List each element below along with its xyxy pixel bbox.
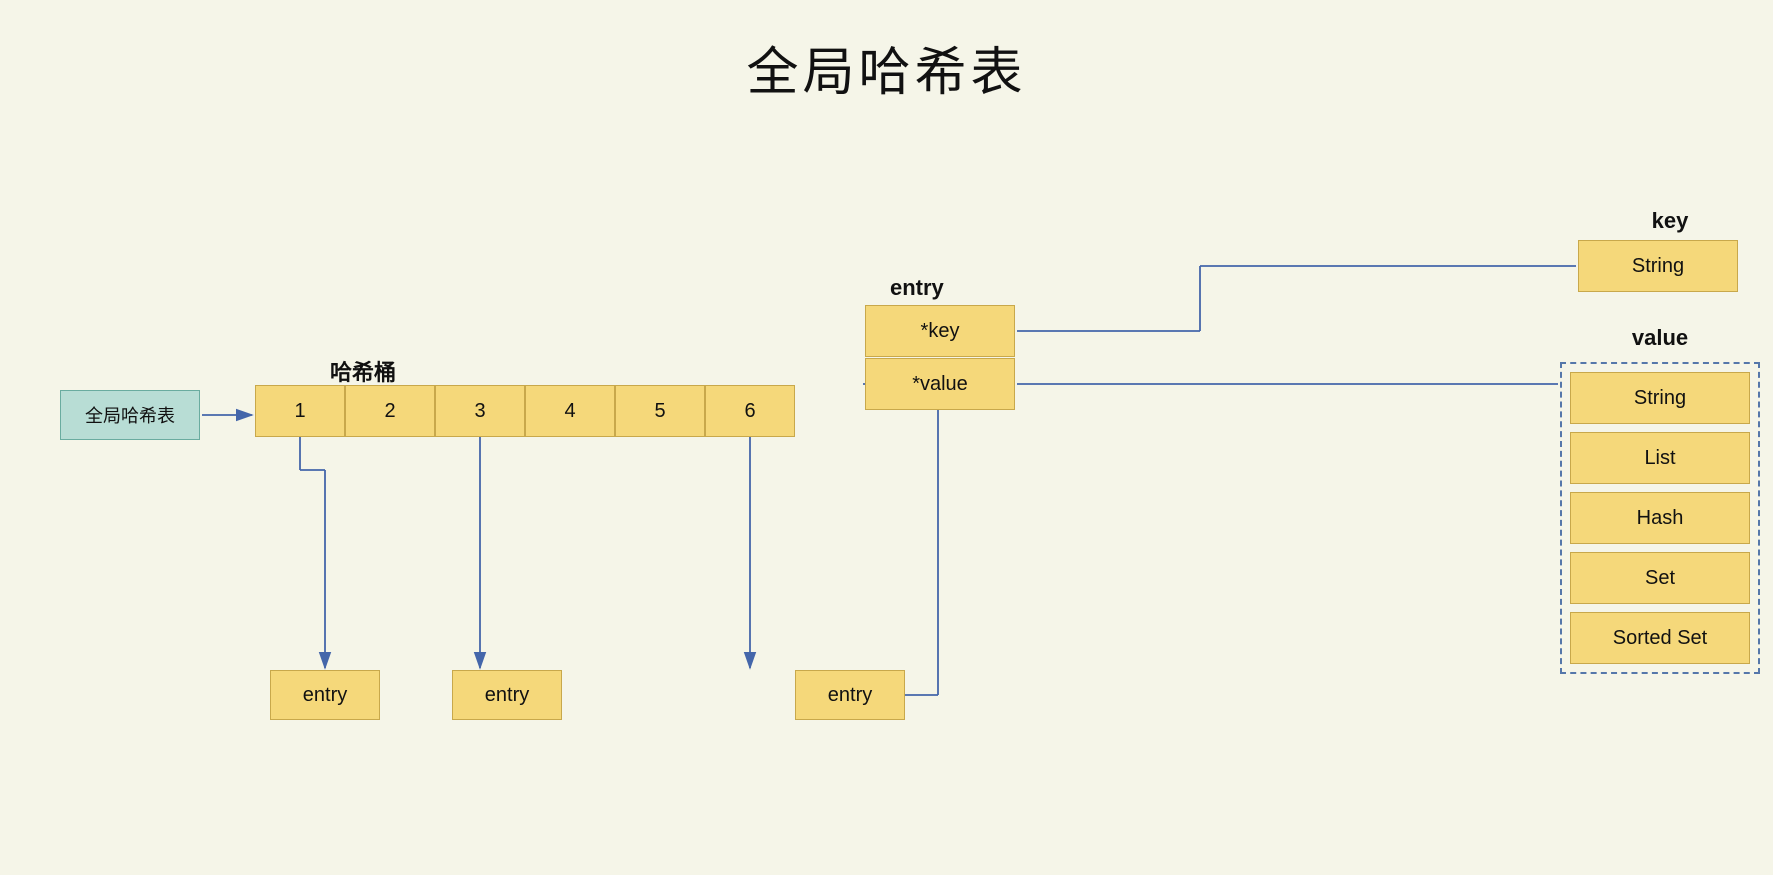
entry-bucket-1: entry — [270, 670, 380, 720]
bucket-cell-3: 3 — [435, 385, 525, 437]
key-label-text: key — [1652, 208, 1689, 233]
bucket-cell-2: 2 — [345, 385, 435, 437]
entry-value-text: *value — [912, 373, 968, 396]
key-string-box: String — [1578, 240, 1738, 292]
value-sorted-set-text: Sorted Set — [1613, 627, 1708, 650]
bucket-cell-5: 5 — [615, 385, 705, 437]
entry-label-3: entry — [485, 684, 529, 707]
entry-label-1: entry — [303, 684, 347, 707]
bucket-label: 哈希桶 — [330, 355, 396, 387]
entry-bucket-3: entry — [452, 670, 562, 720]
entry-key-row: *key — [865, 305, 1015, 357]
bucket-cell-1: 1 — [255, 385, 345, 437]
diagram-container: 全局哈希表 哈希桶 1 2 3 4 5 6 entry entry entry … — [0, 100, 1773, 875]
bucket-container: 1 2 3 4 5 6 — [255, 385, 795, 437]
value-hash-text: Hash — [1637, 507, 1684, 530]
global-hashtable-box: 全局哈希表 — [60, 390, 200, 440]
value-set-text: Set — [1645, 567, 1675, 590]
value-dashed-container: String List Hash Set Sorted Set — [1560, 362, 1760, 674]
entry-detail-label-text: entry — [890, 275, 944, 300]
value-type-sorted-set: Sorted Set — [1570, 612, 1750, 664]
entry-value-row: *value — [865, 358, 1015, 410]
value-type-hash: Hash — [1570, 492, 1750, 544]
entry-label-6: entry — [828, 684, 872, 707]
key-label: key — [1610, 208, 1730, 234]
entry-detail-label: entry — [890, 275, 944, 301]
value-list-text: List — [1644, 447, 1675, 470]
page-title: 全局哈希表 — [0, 0, 1773, 105]
svg-overlay — [0, 100, 1773, 875]
value-label-text: value — [1632, 325, 1688, 350]
bucket-cell-6: 6 — [705, 385, 795, 437]
value-label: value — [1600, 325, 1720, 351]
global-hashtable-label: 全局哈希表 — [85, 402, 175, 428]
value-type-set: Set — [1570, 552, 1750, 604]
key-string-text: String — [1632, 255, 1684, 278]
entry-bucket-6: entry — [795, 670, 905, 720]
value-type-string: String — [1570, 372, 1750, 424]
value-string-text: String — [1634, 387, 1686, 410]
value-type-list: List — [1570, 432, 1750, 484]
bucket-cell-4: 4 — [525, 385, 615, 437]
entry-key-text: *key — [921, 320, 960, 343]
